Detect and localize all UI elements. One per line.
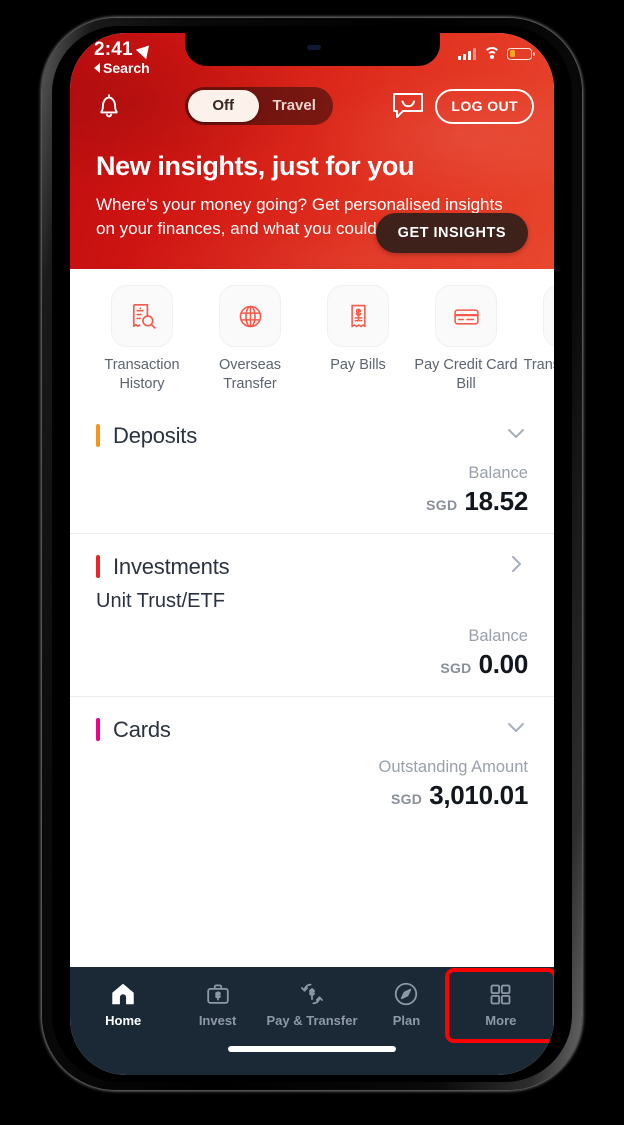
cellular-signal-icon [458,47,476,60]
header-action-row: Off Travel LOG OUT [70,77,554,129]
quick-action-overseas-transfer[interactable]: Overseas Transfer [196,285,304,393]
nav-item-more[interactable]: More [444,967,554,1043]
account-currency: SGD [426,497,458,514]
chevron-down-icon[interactable] [504,715,528,744]
account-value: 18.52 [464,486,528,517]
quick-action-label: Transfer Money [523,357,555,374]
quick-action-label: Pay Credit Card Bill [414,357,518,392]
receipt-search-icon [111,285,173,348]
globe-icon [219,285,281,348]
quick-action-label: Overseas Transfer [218,357,282,392]
account-section-investments[interactable]: Investments Unit Trust/ETF Balance SGD 0… [70,533,554,696]
toggle-option-travel[interactable]: Travel [259,90,330,122]
quick-action-pay-bills[interactable]: Pay Bills [304,285,412,393]
notification-bell-icon[interactable] [92,89,126,123]
nav-label: Home [105,1013,142,1028]
account-section-deposits[interactable]: Deposits Balance SGD 18.52 [70,403,554,533]
chevron-down-icon[interactable] [504,421,528,450]
home-icon [112,983,134,1005]
account-title: Investments [113,553,230,579]
get-insights-button[interactable]: GET INSIGHTS [375,213,528,254]
phone-screen: 2:41 Search Off Travel LOG OUT New insig… [70,33,554,1075]
account-header: Cards [96,715,528,744]
home-indicator-area [70,1041,554,1075]
nav-item-pay-transfer[interactable]: Pay & Transfer [265,974,359,1034]
back-caret-icon [94,63,100,73]
account-title: Cards [113,716,171,742]
nav-item-invest[interactable]: Invest [170,974,264,1034]
quick-action-pay-credit-card-bill[interactable]: Pay Credit Card Bill [412,285,520,393]
app-header: 2:41 Search Off Travel LOG OUT New insig… [70,33,554,270]
toggle-option-off[interactable]: Off [187,90,259,122]
status-time: 2:41 [94,39,133,60]
chat-bubble-icon[interactable] [391,91,425,121]
quick-action-label: Transaction History [104,357,180,392]
account-accent-bar [96,424,100,448]
account-title-wrap: Cards [96,717,171,743]
back-to-search-button[interactable]: Search [94,60,152,76]
insights-banner: New insights, just for you Where's your … [70,129,554,259]
transfer-arrows-dollar-icon [301,983,323,1005]
transfer-money-icon [543,285,554,348]
nav-label: Plan [392,1013,421,1028]
account-value: 0.00 [478,649,529,680]
status-time-row: 2:41 [94,39,155,61]
bottom-navigation-bar: Home Invest Pay & Transfer Plan More [70,967,554,1043]
account-amount-row: SGD 18.52 [96,486,528,517]
account-amount-block: Outstanding Amount SGD 3,010.01 [96,758,528,811]
location-arrow-icon [135,40,155,60]
nav-label: More [485,1012,517,1028]
battery-low-icon [507,47,535,60]
compass-icon [395,982,418,1006]
account-amount-row: SGD 0.00 [96,649,528,680]
account-title-wrap: Investments [96,553,230,580]
account-amount-row: SGD 3,010.01 [96,780,528,811]
logout-button[interactable]: LOG OUT [435,88,534,124]
nav-label: Pay & Transfer [266,1013,358,1028]
banner-title: New insights, just for you [96,151,415,181]
home-indicator[interactable] [228,1046,396,1052]
briefcase-dollar-icon [206,984,229,1004]
accounts-list: Deposits Balance SGD 18.52 Investments U… [70,403,554,967]
account-amount-label: Outstanding Amount [378,758,528,777]
account-currency: SGD [440,660,472,677]
account-title: Deposits [113,422,197,448]
phone-notch [185,33,440,66]
quick-action-label: Pay Bills [330,357,386,374]
status-bar-left: 2:41 Search [94,39,155,76]
account-amount-label: Balance [468,464,528,483]
quick-actions-row[interactable]: Transaction History Overseas Transfer Pa… [70,269,554,404]
header-right-group: LOG OUT [391,88,534,124]
bill-receipt-icon [327,285,389,348]
nav-item-plan[interactable]: Plan [359,974,453,1034]
nav-label: Invest [198,1013,237,1028]
status-bar-right [458,39,535,60]
account-section-cards[interactable]: Cards Outstanding Amount SGD 3,010.01 [70,696,554,827]
quick-action-transfer-money[interactable]: Transfer Money [520,285,554,393]
credit-card-icon [435,285,497,348]
wifi-icon [483,47,500,60]
notch-speaker [307,45,321,50]
account-currency: SGD [390,791,423,808]
account-accent-bar [96,555,100,579]
grid-squares-icon [490,984,511,1004]
account-header: Investments [96,552,528,581]
account-title-wrap: Deposits [96,423,197,449]
back-label: Search [103,60,150,76]
account-amount-block: Balance SGD 18.52 [96,464,528,517]
account-accent-bar [96,718,100,742]
quick-action-transaction-history[interactable]: Transaction History [88,285,196,393]
account-amount-block: Balance SGD 0.00 [96,627,528,680]
account-header: Deposits [96,421,528,450]
account-amount-label: Balance [468,627,528,646]
chevron-right-icon[interactable] [504,552,528,581]
travel-mode-toggle[interactable]: Off Travel [184,87,333,125]
account-value: 3,010.01 [429,780,528,811]
nav-item-home[interactable]: Home [76,974,170,1034]
account-subtitle: Unit Trust/ETF [96,590,225,613]
